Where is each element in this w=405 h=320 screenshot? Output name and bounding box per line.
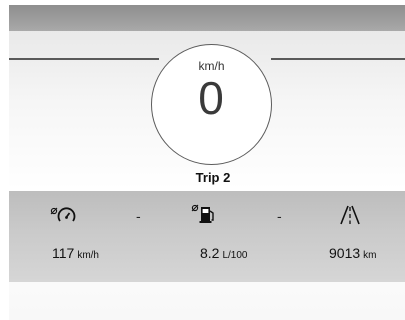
distance-value: 9013 km — [329, 245, 377, 261]
average-fuel-placeholder: - — [277, 208, 282, 224]
average-speed-placeholder: - — [136, 208, 141, 224]
average-fuel-value: 8.2 L/100 — [200, 245, 248, 261]
distance-number: 9013 — [329, 245, 361, 261]
average-fuel-unit: L/100 — [222, 250, 248, 261]
average-speed-icon — [50, 205, 76, 225]
top-status-bar — [9, 5, 405, 31]
speedometer-dial: km/h 0 — [151, 44, 272, 165]
distance-unit: km — [363, 250, 377, 261]
average-speed-value: 117 km/h — [52, 245, 99, 261]
trip-label: Trip 2 — [195, 170, 231, 185]
road-distance-icon — [338, 204, 362, 226]
speed-value: 0 — [198, 72, 225, 124]
divider-line-right — [271, 58, 405, 60]
divider-line-left — [9, 58, 159, 60]
average-speed-unit: km/h — [77, 250, 99, 261]
average-fuel-number: 8.2 — [200, 245, 220, 261]
average-speed-number: 117 — [52, 245, 75, 261]
average-fuel-icon — [191, 203, 217, 225]
